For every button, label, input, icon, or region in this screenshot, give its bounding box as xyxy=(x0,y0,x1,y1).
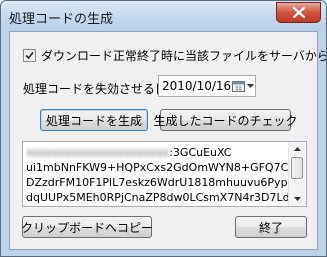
chevron-down-icon xyxy=(247,83,255,88)
code-redacted-segment: xxxxxxxxxxxxxxxxxxxxxx xyxy=(26,146,170,159)
checkmark-icon xyxy=(25,51,34,60)
scroll-thumb[interactable] xyxy=(291,157,303,179)
expiry-date-value: 2010/10/16 xyxy=(162,79,232,93)
expiry-date-label: 処理コードを失効させる日 xyxy=(23,82,168,96)
delete-after-download-option[interactable]: ダウンロード正常終了時に当該ファイルをサーバから削除 xyxy=(23,47,327,64)
vertical-scrollbar[interactable] xyxy=(288,142,306,206)
dialog-window: 処理コードの生成 ダウンロード正常終了時に当該ファイルをサーバから削除 処理コー… xyxy=(0,0,327,257)
check-code-button[interactable]: 生成したコードのチェック xyxy=(154,109,298,131)
code-line-2: ui1mbNnFKW9+HQPxCxs2GdOmWYN8+GFQ7Cl_aQLm xyxy=(26,161,288,174)
arrow-down-icon xyxy=(294,197,301,201)
exit-button[interactable]: 終了 xyxy=(235,216,307,238)
code-line-3: DZzdrFM10F1PlL7eskz6WdrU1818mhuuvu6Pyp1+ xyxy=(26,176,288,189)
code-line-1: :3GCuEuXC xyxy=(169,146,232,159)
generated-code-textarea[interactable]: xxxxxxxxxxxxxxxxxxxxxx:3GCuEuXC ui1mbNnF… xyxy=(22,141,307,207)
copy-to-clipboard-button[interactable]: クリップボードへコピー xyxy=(21,216,153,238)
generated-code-text: xxxxxxxxxxxxxxxxxxxxxx:3GCuEuXC ui1mbNnF… xyxy=(26,145,288,205)
calendar-icon xyxy=(232,81,246,92)
window-title: 処理コードの生成 xyxy=(9,12,114,27)
calendar-dropdown-button[interactable] xyxy=(231,76,255,96)
arrow-up-icon xyxy=(294,147,301,151)
delete-after-download-checkbox[interactable] xyxy=(23,49,36,62)
scroll-up-button[interactable] xyxy=(289,142,306,156)
close-icon xyxy=(292,7,305,18)
code-line-4: dqUUPx5MEh0RPjCnaZP8dw0LCsmX7N4r3D7Ldpxn xyxy=(26,191,288,204)
expiry-date-picker[interactable]: 2010/10/16 xyxy=(158,75,256,97)
dialog-body: ダウンロード正常終了時に当該ファイルをサーバから削除 処理コードを失効させる日 … xyxy=(9,31,326,250)
delete-after-download-label: ダウンロード正常終了時に当該ファイルをサーバから削除 xyxy=(41,49,327,63)
window-close-button[interactable] xyxy=(276,2,321,23)
generate-code-button[interactable]: 処理コードを生成 xyxy=(40,109,148,131)
scroll-down-button[interactable] xyxy=(289,192,306,206)
title-bar[interactable]: 処理コードの生成 xyxy=(1,1,326,31)
